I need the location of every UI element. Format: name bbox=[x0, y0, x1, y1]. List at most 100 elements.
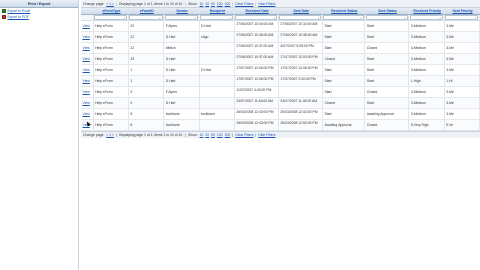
export-pdf-link[interactable]: Export to PDF bbox=[0, 14, 78, 20]
change-page-label: Change page: bbox=[83, 1, 105, 6]
table-header: eFormType eFormID Sender Recipient Recei… bbox=[81, 8, 480, 15]
page-size-10[interactable]: 10 bbox=[200, 133, 204, 137]
view-link[interactable]: View bbox=[81, 87, 94, 97]
table-row: View Help eForm 1 D.Hart 17/07/2007 12:06:00… bbox=[81, 76, 480, 87]
cell-eformid: 23 bbox=[129, 54, 165, 64]
cell-sent-priority: 1-Hi bbox=[445, 76, 480, 86]
export-pdf-label: Export to PDF bbox=[7, 15, 29, 19]
view-link[interactable]: View bbox=[81, 54, 94, 64]
filter-received-priority[interactable]: ✓ bbox=[409, 15, 444, 20]
page-size-200[interactable]: 200 bbox=[225, 133, 231, 137]
header-sent-priority[interactable]: Sent Priority bbox=[445, 8, 480, 14]
header-recipient[interactable]: Recipient bbox=[200, 8, 235, 14]
cell-sender: D.Hart bbox=[164, 76, 200, 86]
cell-sent-date: 17/07/2007 12:06:00 PM bbox=[279, 65, 323, 75]
page-size-50[interactable]: 50 bbox=[211, 133, 215, 137]
export-excel-label: Export to Excel bbox=[7, 9, 31, 13]
cell-eformtype: Help eForm bbox=[94, 120, 129, 130]
view-link[interactable]: View bbox=[81, 21, 94, 31]
table-row: View Help eForm 0 D.Hart 24/07/2007 11:46:00… bbox=[81, 98, 480, 109]
cell-received-priority: 3-Medium bbox=[409, 87, 445, 97]
cell-received-status: Start bbox=[323, 32, 366, 42]
filter-sent-status[interactable]: ✓ bbox=[365, 15, 408, 20]
cell-sent-status: Start bbox=[365, 21, 410, 31]
filter-received-date[interactable]: ✓ bbox=[235, 15, 278, 20]
cell-eformid: 1 bbox=[129, 65, 165, 75]
cell-sent-date bbox=[279, 87, 323, 97]
panel-title: Print / Export bbox=[0, 0, 78, 8]
cell-eformtype: Help eForm bbox=[94, 98, 129, 108]
page-size-50[interactable]: 50 bbox=[211, 2, 215, 6]
view-link[interactable]: View bbox=[81, 65, 94, 75]
page-size-20[interactable]: 20 bbox=[205, 2, 209, 6]
filter-recipient[interactable]: ✓ bbox=[199, 15, 234, 20]
view-link[interactable]: View bbox=[81, 98, 94, 108]
clear-filters-link[interactable]: Clear Filters bbox=[235, 2, 253, 6]
view-link[interactable]: View bbox=[81, 76, 94, 86]
cell-sent-status: Awaiting Approval bbox=[365, 109, 410, 119]
page-size-10[interactable]: 10 bbox=[200, 2, 204, 6]
header-received-date[interactable]: Received Date bbox=[235, 8, 279, 14]
show-label: Show: bbox=[188, 1, 198, 6]
header-received-priority[interactable]: Received Priority bbox=[409, 8, 445, 14]
filter-eformtype[interactable]: ✓ bbox=[94, 15, 128, 20]
cell-received-date: 17/07/2007 12:06:00 PM bbox=[235, 76, 279, 86]
check-icon: ✓ bbox=[229, 15, 232, 20]
cell-eformid: 8 bbox=[129, 109, 165, 119]
view-link[interactable]: View bbox=[81, 32, 94, 42]
cell-sender: D.Hart bbox=[164, 54, 200, 64]
check-icon: ✓ bbox=[273, 15, 276, 20]
cell-received-status: Start bbox=[323, 65, 366, 75]
cell-received-status: Start bbox=[323, 87, 366, 97]
cell-sent-priority: 3-Me bbox=[445, 109, 480, 119]
header-eformid[interactable]: eFormID bbox=[129, 8, 165, 14]
cell-received-date: 27/06/2007 10:34:00 AM bbox=[235, 21, 279, 31]
cell-sent-status: Start bbox=[365, 98, 410, 108]
view-link[interactable]: View bbox=[81, 43, 94, 53]
cell-received-priority: 3-Medium bbox=[409, 54, 445, 64]
filter-sent-date[interactable]: ✓ bbox=[279, 15, 322, 20]
cell-sent-date: 24/07/2007 11:46:00 AM bbox=[279, 98, 323, 108]
cell-sender: bcoltrane bbox=[164, 109, 200, 119]
page-size-100[interactable]: 100 bbox=[217, 2, 223, 6]
view-link[interactable]: View bbox=[81, 109, 94, 119]
clear-filters-link[interactable]: Clear Filters bbox=[235, 133, 253, 137]
page-nav[interactable]: < 1 > bbox=[106, 133, 114, 137]
cell-sent-status: Start bbox=[365, 76, 410, 86]
cell-recipient bbox=[200, 98, 235, 108]
cell-eformid: 1 bbox=[129, 76, 165, 86]
header-received-status[interactable]: Received Status bbox=[323, 8, 366, 14]
check-icon: ✓ bbox=[439, 15, 442, 20]
cell-received-priority: 1-High bbox=[409, 76, 445, 86]
header-eformtype[interactable]: eFormType bbox=[94, 8, 129, 14]
filter-sent-priority[interactable]: ✓ bbox=[445, 15, 479, 20]
cell-eformtype: Help eForm bbox=[94, 32, 129, 42]
cell-received-date: 24/07/2007 11:46:00 AM bbox=[235, 98, 279, 108]
cell-recipient: D.Hart bbox=[200, 21, 235, 31]
cell-received-priority: 3-Medium bbox=[409, 32, 445, 42]
cell-received-date: 26/03/2008 12:43:00 PM bbox=[235, 109, 279, 119]
header-sent-status[interactable]: Sent Status bbox=[365, 8, 410, 14]
cell-eformtype: Help eForm bbox=[94, 76, 129, 86]
cell-sent-date: 26/03/2008 12:43:00 PM bbox=[279, 109, 323, 119]
cell-sent-priority: 5-Ve bbox=[445, 120, 480, 130]
cell-sent-priority: 3-Me bbox=[445, 98, 480, 108]
cell-sender: F.Ayers bbox=[164, 87, 200, 97]
filter-sender[interactable]: ✓ bbox=[164, 15, 198, 20]
table-row: View Help eForm 22 D.Hart chgo 27/06/2007 10:… bbox=[81, 32, 480, 43]
filter-received-status[interactable]: ✓ bbox=[323, 15, 364, 20]
page-size-100[interactable]: 100 bbox=[217, 133, 223, 137]
cell-sent-date: 17/07/2007 2:00:00 PM bbox=[279, 76, 323, 86]
filter-eformid[interactable]: ✓ bbox=[129, 15, 163, 20]
page-size-200[interactable]: 200 bbox=[225, 2, 231, 6]
cell-received-priority: 3-Medium bbox=[409, 21, 445, 31]
cell-sent-date: 26/03/2008 12:50:00 PM bbox=[279, 120, 323, 130]
check-icon: ✓ bbox=[317, 15, 320, 20]
page-nav[interactable]: < 1 > bbox=[106, 2, 114, 6]
cell-sent-status: Closed bbox=[365, 87, 410, 97]
hide-filters-link[interactable]: Hide Filters bbox=[258, 2, 275, 6]
hide-filters-link[interactable]: Hide Filters bbox=[258, 133, 275, 137]
header-sent-date[interactable]: Sent Date bbox=[279, 8, 323, 14]
page-size-20[interactable]: 20 bbox=[205, 133, 209, 137]
header-sender[interactable]: Sender bbox=[164, 8, 200, 14]
